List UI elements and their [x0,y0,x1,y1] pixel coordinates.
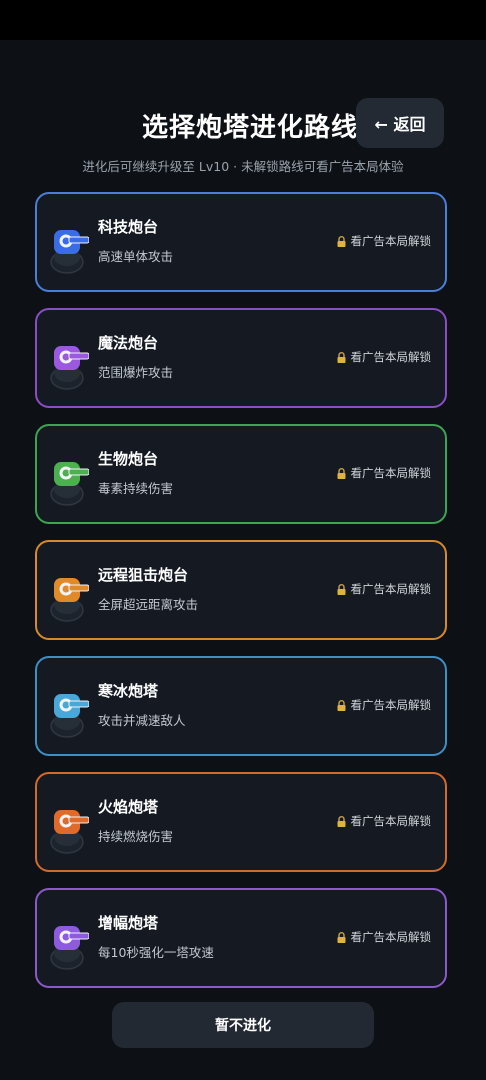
route-name: 生物炮台 [98,450,159,468]
route-description: 每10秒强化一塔攻速 [98,945,214,960]
route-card[interactable]: 火焰炮塔 持续燃烧伤害 看广告本局解锁 [35,772,447,872]
skip-evolution-button[interactable]: 暂不进化 [112,1002,374,1048]
fire-turret-icon [50,810,89,854]
lock-icon [337,583,345,595]
watch-ad-unlock[interactable]: 看广告本局解锁 [337,349,432,365]
lock-icon [337,467,345,479]
route-name: 火焰炮塔 [98,798,159,816]
route-card[interactable]: 科技炮台 高速单体攻击 看广告本局解锁 [35,192,447,292]
unlock-label: 看广告本局解锁 [350,582,432,596]
lock-icon [337,815,345,827]
route-description: 高速单体攻击 [98,249,174,264]
back-button[interactable]: ← 返回 [356,98,444,148]
page-subtitle: 进化后可继续升级至 Lv10 · 未解锁路线可看广告本局体验 [82,159,404,174]
watch-ad-unlock[interactable]: 看广告本局解锁 [337,233,432,249]
route-description: 全屏超远距离攻击 [98,597,199,612]
lock-icon [337,235,345,247]
unlock-label: 看广告本局解锁 [350,698,432,712]
page-title: 选择炮塔进化路线 [142,113,359,143]
sniper-turret-icon [50,578,89,622]
route-description: 攻击并减速敌人 [98,713,186,728]
unlock-label: 看广告本局解锁 [350,466,432,480]
lock-icon [337,699,345,711]
status-bar [0,0,486,40]
route-card[interactable]: 寒冰炮塔 攻击并减速敌人 看广告本局解锁 [35,656,447,756]
route-name: 魔法炮台 [98,334,159,352]
lock-icon [337,931,345,943]
route-name: 增幅炮塔 [98,914,159,932]
magic-turret-icon [50,346,89,390]
route-description: 持续燃烧伤害 [98,829,174,844]
watch-ad-unlock[interactable]: 看广告本局解锁 [337,929,432,945]
route-name: 远程狙击炮台 [98,566,189,584]
unlock-label: 看广告本局解锁 [350,234,432,248]
unlock-label: 看广告本局解锁 [350,930,432,944]
route-description: 范围爆炸攻击 [98,365,174,380]
route-card[interactable]: 生物炮台 毒素持续伤害 看广告本局解锁 [35,424,447,524]
unlock-label: 看广告本局解锁 [350,350,432,364]
route-card[interactable]: 增幅炮塔 每10秒强化一塔攻速 看广告本局解锁 [35,888,447,988]
watch-ad-unlock[interactable]: 看广告本局解锁 [337,697,432,713]
ice-turret-icon [50,694,89,738]
route-description: 毒素持续伤害 [98,481,174,496]
unlock-label: 看广告本局解锁 [350,814,432,828]
route-card[interactable]: 魔法炮台 范围爆炸攻击 看广告本局解锁 [35,308,447,408]
lock-icon [337,351,345,363]
watch-ad-unlock[interactable]: 看广告本局解锁 [337,581,432,597]
route-name: 寒冰炮塔 [98,682,159,700]
bio-turret-icon [50,462,89,506]
watch-ad-unlock[interactable]: 看广告本局解锁 [337,813,432,829]
amplify-turret-icon [50,926,89,970]
route-name: 科技炮台 [98,218,159,236]
tech-turret-icon [50,230,89,274]
route-card[interactable]: 远程狙击炮台 全屏超远距离攻击 看广告本局解锁 [35,540,447,640]
watch-ad-unlock[interactable]: 看广告本局解锁 [337,465,432,481]
header: 选择炮塔进化路线 ← 返回 [0,96,486,156]
